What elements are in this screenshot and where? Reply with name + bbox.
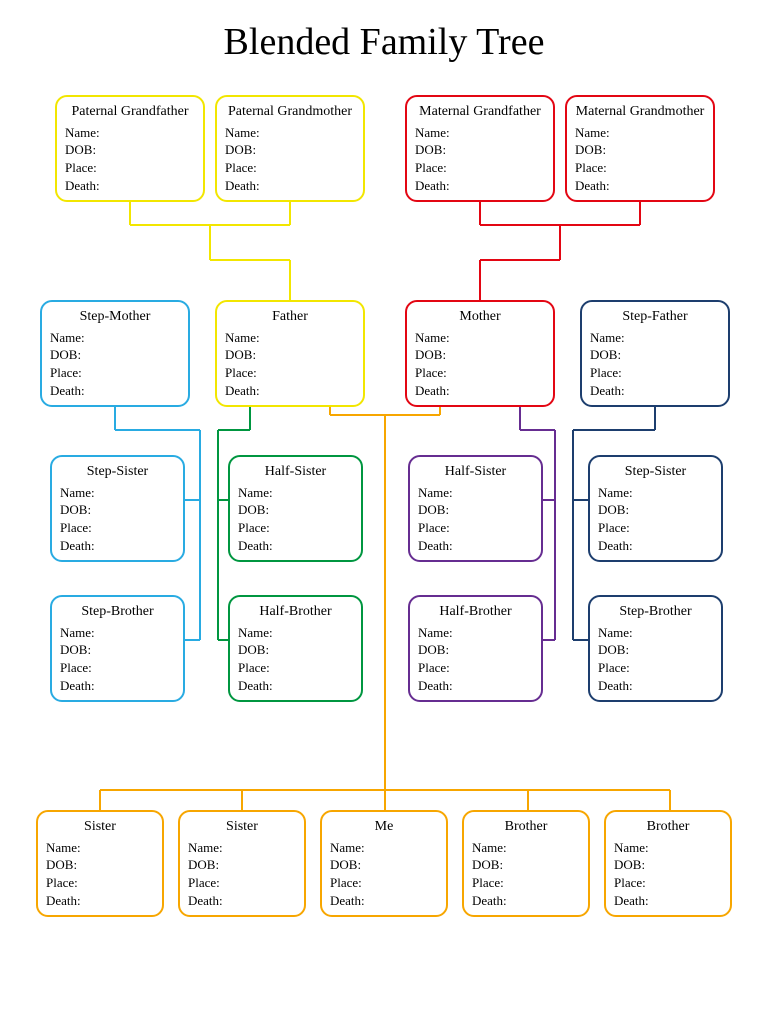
box-step-sister-left: Step-Sister Name: DOB: Place: Death: — [50, 455, 185, 562]
box-half-brother-right: Half-Brother Name: DOB: Place: Death: — [408, 595, 543, 702]
role-label: Step-Brother — [598, 603, 713, 622]
box-half-sister-right: Half-Sister Name: DOB: Place: Death: — [408, 455, 543, 562]
box-maternal-grandfather: Maternal Grandfather Name: DOB: Place: D… — [405, 95, 555, 202]
role-label: Sister — [46, 818, 154, 837]
family-tree-page: Blended Family Tree — [0, 0, 768, 1024]
role-label: Brother — [472, 818, 580, 837]
box-step-sister-right: Step-Sister Name: DOB: Place: Death: — [588, 455, 723, 562]
box-half-brother-left: Half-Brother Name: DOB: Place: Death: — [228, 595, 363, 702]
role-label: Half-Sister — [238, 463, 353, 482]
role-label: Paternal Grandfather — [65, 103, 195, 122]
box-sister-1: Sister Name: DOB: Place: Death: — [36, 810, 164, 917]
box-maternal-grandmother: Maternal Grandmother Name: DOB: Place: D… — [565, 95, 715, 202]
box-sister-2: Sister Name: DOB: Place: Death: — [178, 810, 306, 917]
box-mother: Mother Name: DOB: Place: Death: — [405, 300, 555, 407]
role-label: Sister — [188, 818, 296, 837]
role-label: Half-Brother — [418, 603, 533, 622]
box-paternal-grandmother: Paternal Grandmother Name: DOB: Place: D… — [215, 95, 365, 202]
role-label: Maternal Grandfather — [415, 103, 545, 122]
role-label: Me — [330, 818, 438, 837]
page-title: Blended Family Tree — [0, 20, 768, 64]
box-brother-2: Brother Name: DOB: Place: Death: — [604, 810, 732, 917]
role-label: Paternal Grandmother — [225, 103, 355, 122]
role-label: Maternal Grandmother — [575, 103, 705, 122]
role-label: Brother — [614, 818, 722, 837]
box-half-sister-left: Half-Sister Name: DOB: Place: Death: — [228, 455, 363, 562]
role-label: Mother — [415, 308, 545, 327]
role-label: Half-Sister — [418, 463, 533, 482]
box-paternal-grandfather: Paternal Grandfather Name: DOB: Place: D… — [55, 95, 205, 202]
role-label: Half-Brother — [238, 603, 353, 622]
box-brother-1: Brother Name: DOB: Place: Death: — [462, 810, 590, 917]
box-step-father: Step-Father Name: DOB: Place: Death: — [580, 300, 730, 407]
role-label: Father — [225, 308, 355, 327]
box-step-brother-left: Step-Brother Name: DOB: Place: Death: — [50, 595, 185, 702]
box-step-brother-right: Step-Brother Name: DOB: Place: Death: — [588, 595, 723, 702]
box-step-mother: Step-Mother Name: DOB: Place: Death: — [40, 300, 190, 407]
role-label: Step-Sister — [60, 463, 175, 482]
role-label: Step-Brother — [60, 603, 175, 622]
role-label: Step-Father — [590, 308, 720, 327]
role-label: Step-Sister — [598, 463, 713, 482]
box-father: Father Name: DOB: Place: Death: — [215, 300, 365, 407]
role-label: Step-Mother — [50, 308, 180, 327]
box-me: Me Name: DOB: Place: Death: — [320, 810, 448, 917]
